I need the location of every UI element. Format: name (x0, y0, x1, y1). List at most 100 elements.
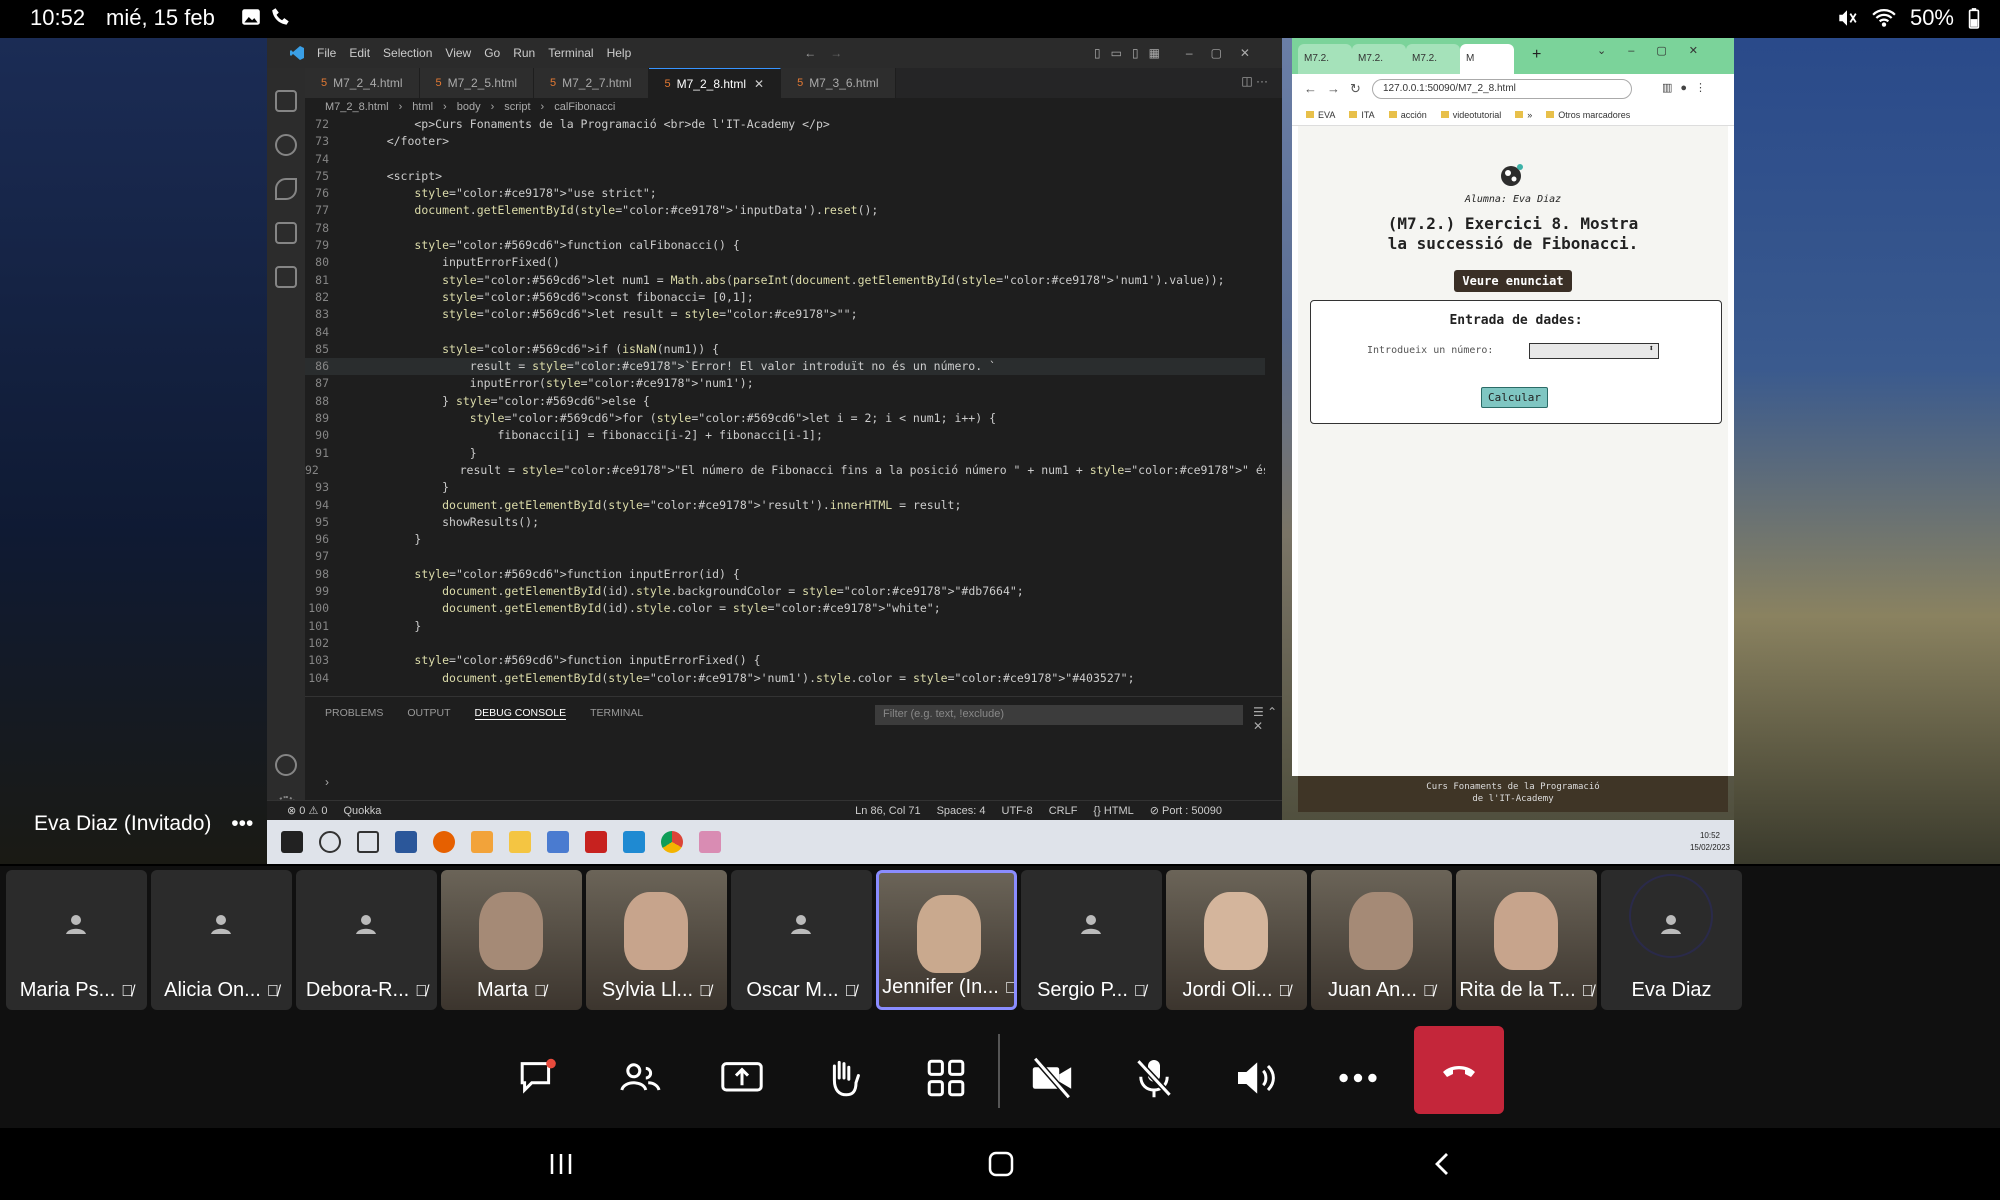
task-view-icon[interactable] (357, 831, 379, 853)
browser-tab[interactable]: M7.2. (1298, 44, 1352, 74)
menu-item[interactable]: Edit (349, 46, 370, 60)
speaker-icon[interactable] (1232, 1054, 1280, 1102)
bookmark-item[interactable]: acción (1388, 110, 1427, 120)
cursor-position[interactable]: Ln 86, Col 71 (855, 805, 920, 817)
source-control-icon[interactable] (275, 178, 297, 200)
breadcrumb-item[interactable]: body (457, 101, 481, 113)
participants-icon[interactable] (617, 1054, 665, 1102)
search-icon[interactable] (275, 134, 297, 156)
more-options-button[interactable]: ••• (231, 812, 253, 835)
new-tab-button[interactable]: + (1532, 46, 1541, 64)
microphone-off-icon[interactable] (1130, 1054, 1178, 1102)
participant-tile[interactable]: Maria Ps... 🎙̸ (6, 870, 147, 1010)
run-debug-icon[interactable] (275, 222, 297, 244)
search-taskbar-icon[interactable] (319, 831, 341, 853)
console-prompt-icon[interactable]: › (325, 775, 329, 789)
nav-forward-icon[interactable]: → (830, 46, 842, 60)
editor-tab[interactable]: 5 M7_2_4.html (305, 68, 420, 98)
bookmark-item[interactable]: » (1515, 110, 1532, 120)
editor-tab[interactable]: 5 M7_3_6.html (781, 68, 896, 98)
raise-hand-icon[interactable] (820, 1054, 868, 1102)
browser-nav-icons[interactable]: ←→↻ (1304, 81, 1371, 97)
number-input[interactable]: ⬍ (1529, 343, 1659, 359)
menu-item[interactable]: Run (513, 46, 535, 60)
file-explorer-icon[interactable] (509, 831, 531, 853)
bookmark-item[interactable]: videotutorial (1440, 110, 1501, 120)
home-icon[interactable] (986, 1150, 1016, 1178)
participant-tile[interactable]: Jennifer (In... 🎙̸ (876, 870, 1017, 1010)
editor-actions[interactable]: ◫ ··· (1241, 74, 1268, 88)
editor-tab[interactable]: 5 M7_2_8.html ✕ (648, 68, 782, 98)
layout-grid-icon[interactable] (922, 1054, 970, 1102)
indentation[interactable]: Spaces: 4 (937, 805, 986, 817)
account-icon[interactable] (275, 754, 297, 776)
participant-tile[interactable]: Rita de la T... 🎙̸ (1456, 870, 1597, 1010)
chrome-taskbar-icon[interactable] (661, 831, 683, 853)
participant-tile[interactable]: Marta 🎙̸ (441, 870, 582, 1010)
chat-icon[interactable] (515, 1054, 563, 1102)
participant-tile[interactable]: Juan An... 🎙̸ (1311, 870, 1452, 1010)
participant-tile[interactable]: Sylvia Ll... 🎙̸ (586, 870, 727, 1010)
extensions-icon[interactable] (275, 266, 297, 288)
menu-item[interactable]: Help (607, 46, 632, 60)
menu-item[interactable]: Go (484, 46, 500, 60)
breadcrumb-item[interactable]: html (412, 101, 433, 113)
address-bar[interactable]: 127.0.0.1:50090/M7_2_8.html (1372, 79, 1632, 99)
panel-tab[interactable]: TERMINAL (590, 707, 643, 720)
panel-tab[interactable]: PROBLEMS (325, 707, 383, 720)
breadcrumb-item[interactable]: M7_2_8.html (325, 101, 389, 113)
menu-item[interactable]: Terminal (548, 46, 593, 60)
language-mode[interactable]: {} HTML (1093, 805, 1133, 817)
chrome-window-controls[interactable]: ⌄–▢✕ (1597, 44, 1720, 57)
breadcrumb-item[interactable]: calFibonacci (554, 101, 615, 113)
notepad-icon[interactable] (547, 831, 569, 853)
editor-tab[interactable]: 5 M7_2_7.html (534, 68, 649, 98)
participant-tile[interactable]: Alicia On... 🎙̸ (151, 870, 292, 1010)
bookmark-item[interactable]: ITA (1349, 110, 1375, 120)
vscode-taskbar-icon[interactable] (623, 831, 645, 853)
participant-tile[interactable]: Sergio P... 🎙̸ (1021, 870, 1162, 1010)
encoding[interactable]: UTF-8 (1002, 805, 1033, 817)
debug-filter-input[interactable]: Filter (e.g. text, !exclude) (875, 705, 1243, 725)
browser-tab[interactable]: M7.2. (1352, 44, 1406, 74)
menu-item[interactable]: File (317, 46, 336, 60)
hang-up-button[interactable] (1414, 1026, 1504, 1114)
participant-tile[interactable]: Jordi Oli... 🎙̸ (1166, 870, 1307, 1010)
close-tab-icon[interactable]: ✕ (754, 77, 764, 91)
panel-tab[interactable]: OUTPUT (407, 707, 450, 720)
app-icon[interactable] (471, 831, 493, 853)
menu-item[interactable]: Selection (383, 46, 432, 60)
share-screen-icon[interactable] (718, 1054, 766, 1102)
firefox-icon[interactable] (433, 831, 455, 853)
panel-actions[interactable]: ☰ ⌃ ✕ (1253, 705, 1282, 733)
bookmark-item[interactable]: Otros marcadores (1546, 110, 1630, 120)
browser-tab[interactable]: M7.2. (1406, 44, 1460, 74)
live-server-port[interactable]: ⊘ Port : 50090 (1150, 804, 1222, 817)
participant-tile[interactable]: Oscar M... 🎙̸ (731, 870, 872, 1010)
breadcrumb-item[interactable]: script (504, 101, 530, 113)
explorer-icon[interactable] (275, 90, 297, 112)
participant-tile[interactable]: Debora-R... 🎙̸ (296, 870, 437, 1010)
recent-apps-icon[interactable] (546, 1150, 576, 1178)
window-controls[interactable]: –▢✕ (1186, 46, 1268, 60)
word-icon[interactable] (395, 831, 417, 853)
editor-tab[interactable]: 5 M7_2_5.html (419, 68, 534, 98)
layout-icons[interactable]: ▯▭▯▦ (1094, 46, 1170, 60)
show-statement-button[interactable]: Veure enunciat (1454, 270, 1572, 292)
bookmark-item[interactable]: EVA (1306, 110, 1335, 120)
panel-tab[interactable]: DEBUG CONSOLE (474, 707, 567, 720)
calculate-button[interactable]: Calcular (1481, 387, 1548, 408)
paint-icon[interactable] (699, 831, 721, 853)
pdf-icon[interactable] (585, 831, 607, 853)
nav-back-icon[interactable]: ← (804, 46, 816, 60)
browser-extension-icons[interactable]: ▥●⋮ (1662, 81, 1714, 94)
back-icon[interactable] (1428, 1150, 1458, 1178)
camera-off-icon[interactable] (1028, 1054, 1076, 1102)
start-icon[interactable] (281, 831, 303, 853)
participant-tile[interactable]: Eva Diaz (1601, 870, 1742, 1010)
browser-tab-active[interactable]: M (1460, 44, 1514, 74)
code-editor[interactable]: 72 <p>Curs Fonaments de la Programació <… (305, 116, 1265, 696)
menu-item[interactable]: View (445, 46, 471, 60)
eol[interactable]: CRLF (1049, 805, 1078, 817)
windows-clock[interactable]: 10:52 15/02/2023 (1690, 830, 1730, 854)
